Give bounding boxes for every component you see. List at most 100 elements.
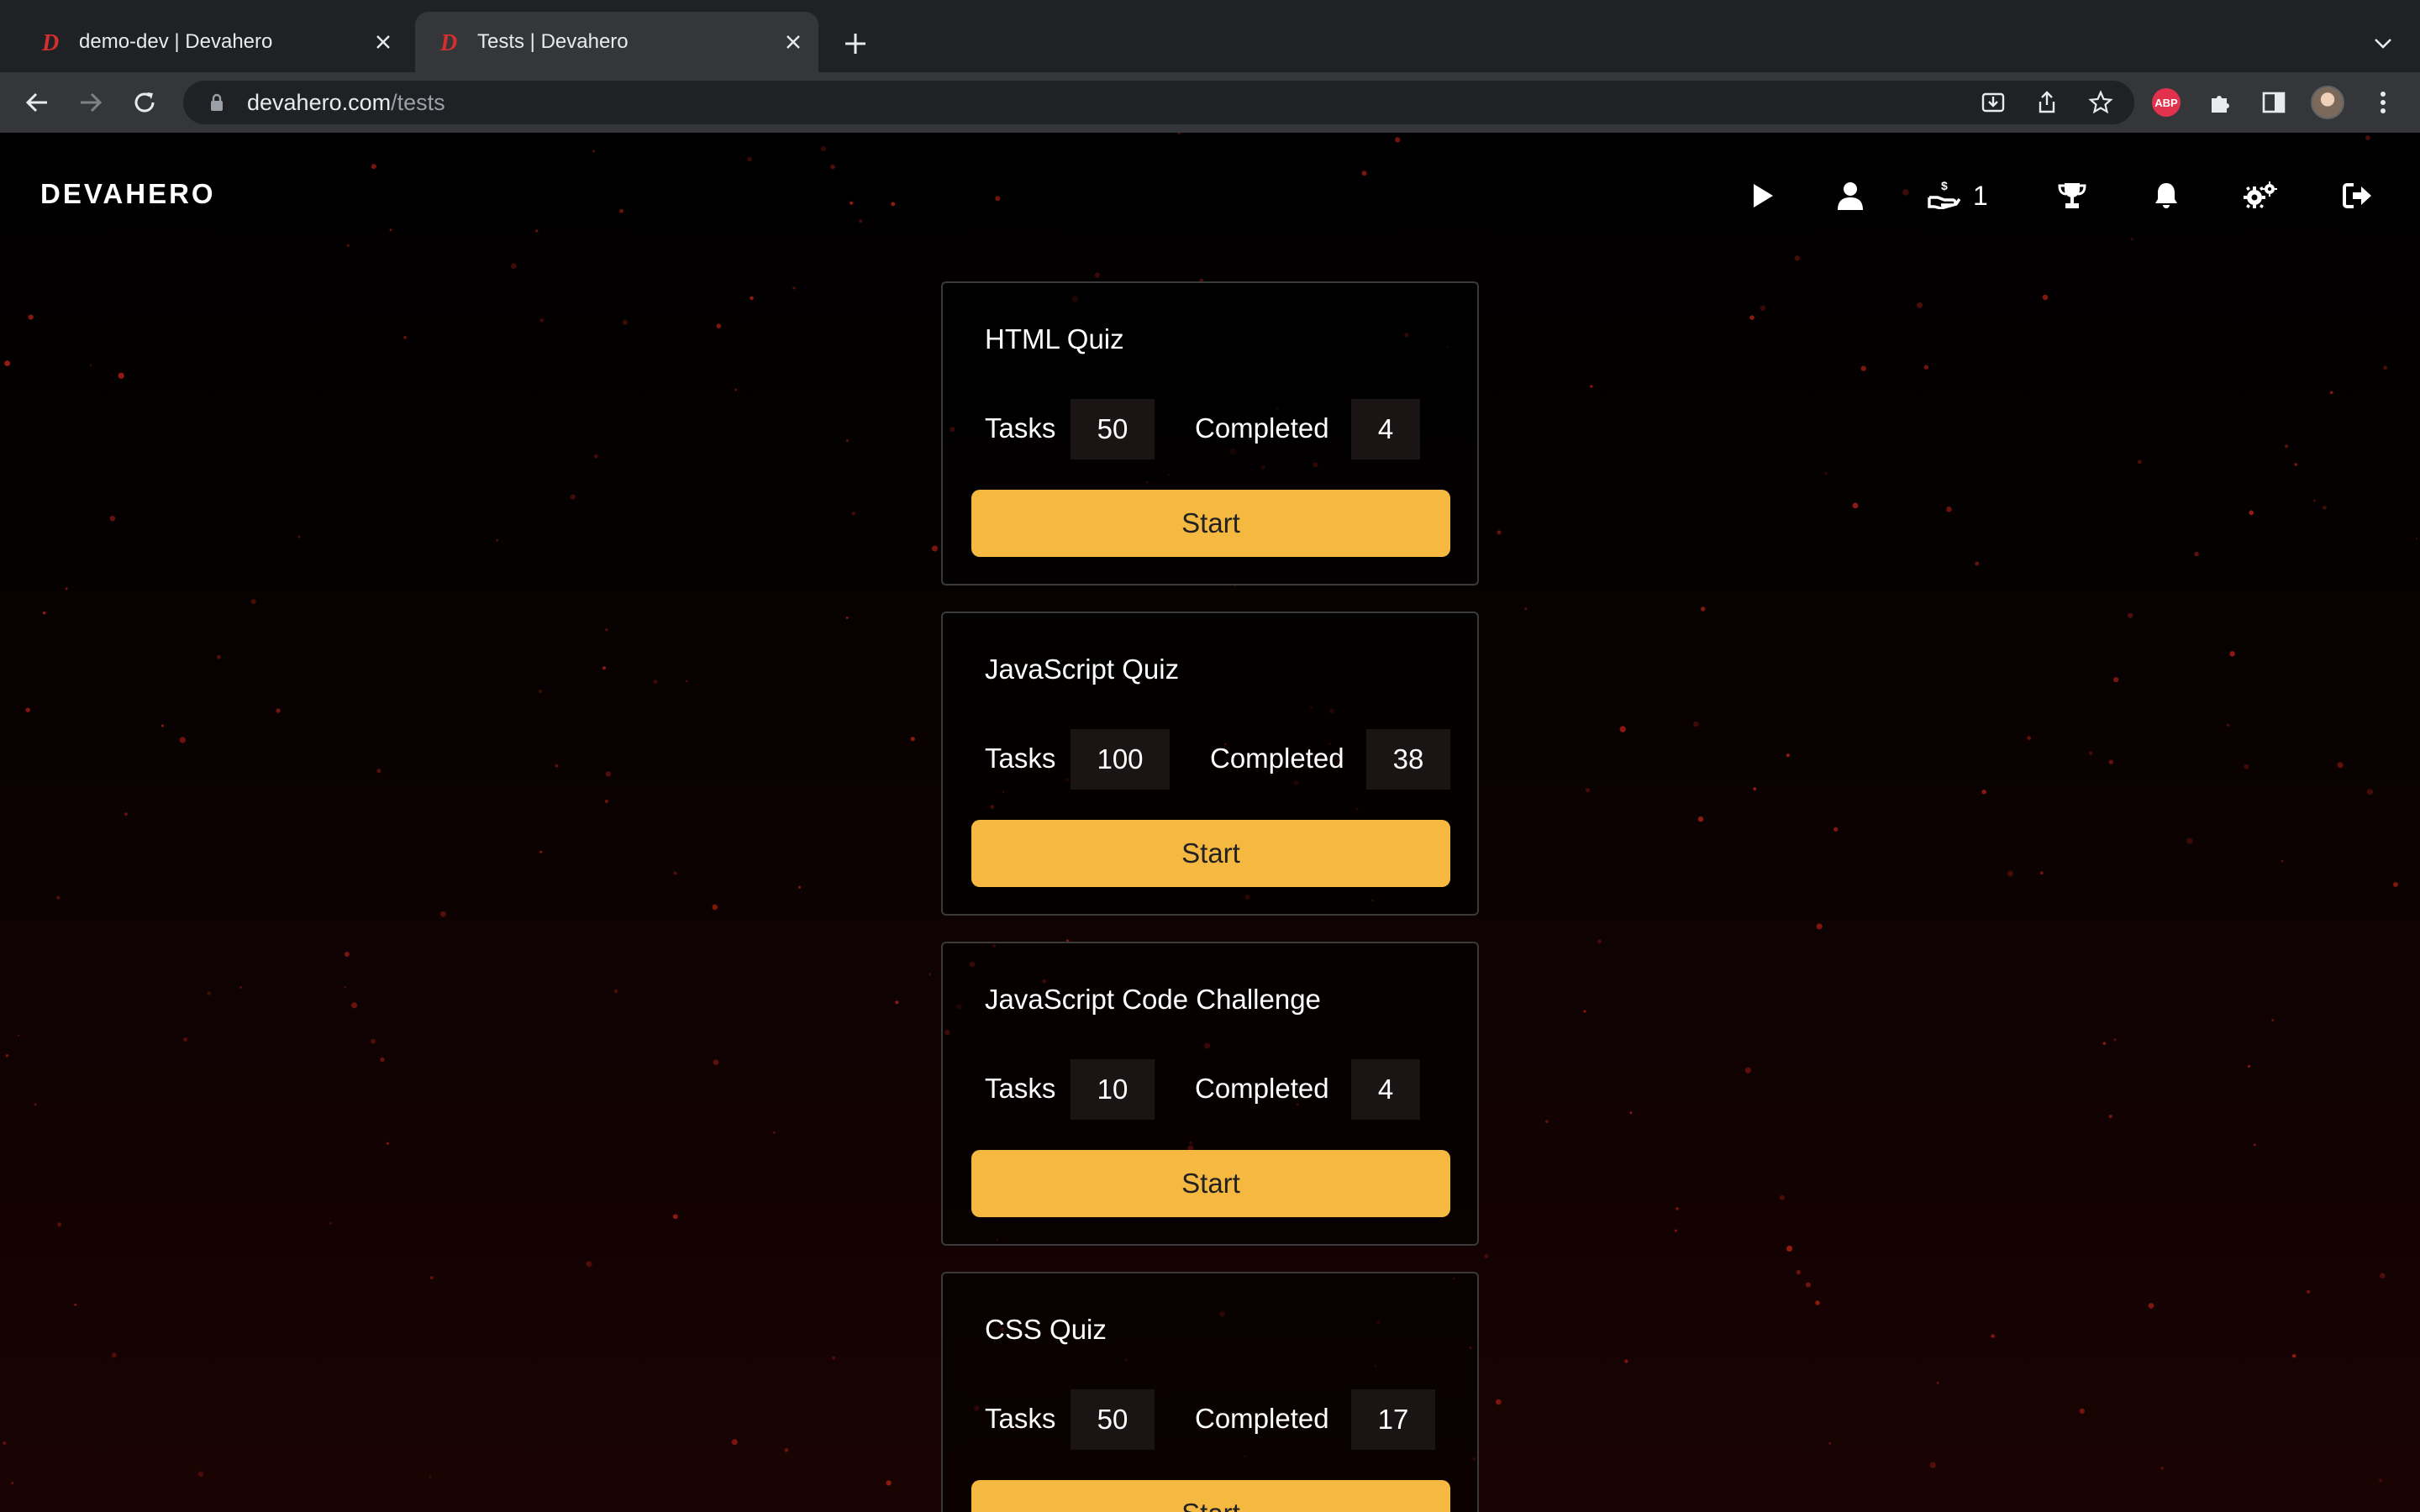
particle-dot xyxy=(2039,871,2044,875)
start-button[interactable]: Start xyxy=(971,490,1450,557)
particle-dot xyxy=(2323,506,2327,510)
particle-dot xyxy=(2079,1408,2085,1414)
particle-dot xyxy=(429,1276,434,1280)
particle-dot xyxy=(1484,1253,1489,1258)
particle-dot xyxy=(570,494,576,500)
particle-dot xyxy=(622,319,628,325)
reload-icon[interactable] xyxy=(126,84,163,121)
browser-tab-demo-dev[interactable]: D demo-dev | Devahero xyxy=(17,12,408,72)
particle-dot xyxy=(797,885,802,889)
test-card-javascript-quiz: JavaScript Quiz Tasks 100 Completed 38 S… xyxy=(941,612,1479,916)
particle-dot xyxy=(686,680,688,683)
profile-avatar[interactable] xyxy=(2309,84,2346,121)
user-icon[interactable] xyxy=(1832,175,1869,217)
particle-dot xyxy=(1860,365,1866,371)
particle-dot xyxy=(1744,1067,1751,1074)
url-path: /tests xyxy=(391,89,445,115)
particle-dot xyxy=(1753,787,1757,790)
particle-dot xyxy=(605,771,611,777)
install-app-icon[interactable] xyxy=(1975,84,2012,121)
tab-title: demo-dev | Devahero xyxy=(79,30,273,53)
bookmark-star-icon[interactable] xyxy=(2082,84,2119,121)
particle-dot xyxy=(56,895,60,900)
particle-dot xyxy=(832,1356,835,1360)
particle-dot xyxy=(672,1214,678,1220)
particle-dot xyxy=(179,737,186,743)
start-button[interactable]: Start xyxy=(971,1480,1450,1512)
close-icon[interactable] xyxy=(366,25,400,59)
browser-tab-tests[interactable]: D Tests | Devahero xyxy=(415,12,818,72)
particle-dot xyxy=(2113,1037,2117,1042)
particle-dot xyxy=(604,799,608,804)
tasks-label: Tasks xyxy=(985,743,1056,774)
start-button[interactable]: Start xyxy=(971,1150,1450,1217)
coins-button[interactable]: $ 1 xyxy=(1928,175,1995,217)
particle-dot xyxy=(1701,606,1706,612)
particle-dot xyxy=(1674,1229,1677,1232)
particle-dot xyxy=(2329,391,2333,395)
particle-dot xyxy=(2137,459,2142,465)
kebab-menu-icon[interactable] xyxy=(2365,84,2402,121)
particle-dot xyxy=(65,587,68,591)
particle-dot xyxy=(2108,759,2113,764)
particle-dot xyxy=(1779,1194,1785,1200)
play-icon[interactable] xyxy=(1744,175,1781,217)
completed-label: Completed xyxy=(1195,1073,1329,1104)
start-button[interactable]: Start xyxy=(971,820,1450,887)
forward-arrow-icon[interactable] xyxy=(72,84,109,121)
particle-dot xyxy=(773,1131,776,1134)
particle-dot xyxy=(845,438,850,443)
particle-dot xyxy=(1496,1399,1502,1405)
particle-dot xyxy=(440,911,446,917)
site-header: DEVAHERO $ 1 xyxy=(0,133,2420,259)
adblock-extension-icon[interactable]: ABP xyxy=(2148,84,2185,121)
particle-dot xyxy=(109,516,116,522)
particle-dot xyxy=(250,599,256,605)
side-panel-icon[interactable] xyxy=(2255,84,2292,121)
completed-label: Completed xyxy=(1195,412,1329,444)
particle-dot xyxy=(613,989,618,994)
particle-dot xyxy=(111,1352,117,1358)
svg-text:D: D xyxy=(439,30,457,55)
close-icon[interactable] xyxy=(776,25,810,59)
extensions-puzzle-icon[interactable] xyxy=(2202,84,2238,121)
particle-dot xyxy=(2007,870,2013,877)
particle-dot xyxy=(886,1480,892,1486)
tasks-count: 50 xyxy=(1071,399,1155,459)
particle-dot xyxy=(1094,272,1101,278)
particle-dot xyxy=(1975,561,1980,566)
test-card-css-quiz: CSS Quiz Tasks 50 Completed 17 Start xyxy=(941,1272,1479,1512)
particle-dot xyxy=(895,1000,899,1005)
tasks-count: 100 xyxy=(1071,729,1170,790)
sign-out-icon[interactable] xyxy=(2339,175,2376,217)
site-logo[interactable]: DEVAHERO xyxy=(40,178,216,210)
test-title: HTML Quiz xyxy=(985,323,1124,354)
test-title: CSS Quiz xyxy=(985,1314,1107,1345)
chevron-down-icon[interactable] xyxy=(2365,25,2402,62)
back-arrow-icon[interactable] xyxy=(18,84,55,121)
address-bar[interactable]: devahero.com/tests xyxy=(183,81,2134,124)
particle-dot xyxy=(183,1037,188,1042)
particle-dot xyxy=(594,454,598,459)
address-url: devahero.com/tests xyxy=(247,90,445,116)
tasks-count: 10 xyxy=(1071,1059,1155,1120)
particle-dot xyxy=(2379,1478,2382,1483)
particle-dot xyxy=(351,1002,358,1009)
trophy-icon[interactable] xyxy=(2054,175,2091,217)
particle-dot xyxy=(1676,1207,1679,1210)
gears-icon[interactable] xyxy=(2242,175,2279,217)
particle-dot xyxy=(1760,305,1766,312)
particle-dot xyxy=(1586,788,1590,793)
new-tab-plus-icon[interactable] xyxy=(837,25,874,62)
tasks-label: Tasks xyxy=(985,412,1056,444)
particle-dot xyxy=(539,318,544,323)
bell-icon[interactable] xyxy=(2148,175,2185,217)
particle-dot xyxy=(2383,365,2388,370)
particle-dot xyxy=(216,654,222,659)
particle-dot xyxy=(2244,764,2249,769)
particle-dot xyxy=(2271,1019,2275,1021)
test-card-html-quiz: HTML Quiz Tasks 50 Completed 4 Start xyxy=(941,281,1479,585)
particle-dot xyxy=(538,689,543,694)
share-icon[interactable] xyxy=(2028,84,2065,121)
particle-dot xyxy=(602,666,606,670)
